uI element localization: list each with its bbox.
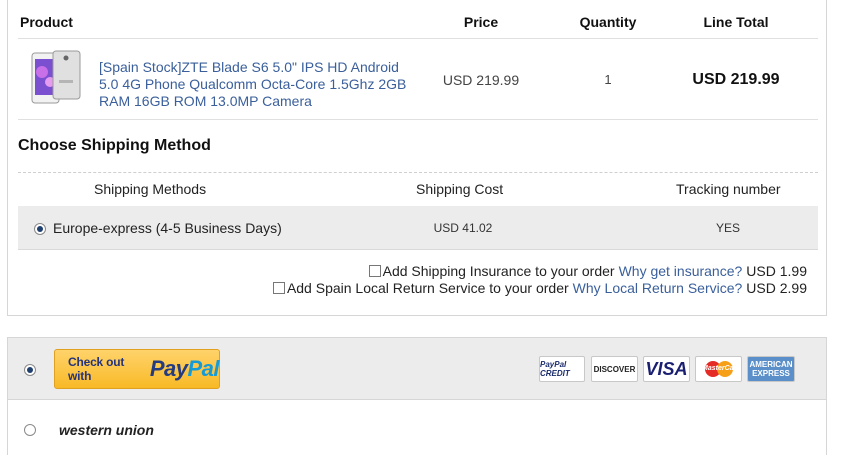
header-divider (18, 38, 818, 39)
paypal-radio[interactable] (24, 364, 36, 376)
discover-card-icon: DISCOVER (591, 356, 638, 382)
product-price: USD 219.99 (442, 72, 520, 88)
return-service-info-link[interactable]: Why Local Return Service? (573, 280, 743, 296)
col-tracking-number: Tracking number (676, 181, 781, 197)
header-quantity: Quantity (579, 14, 637, 30)
phone-thumbnail-icon[interactable] (28, 50, 84, 108)
header-product: Product (20, 14, 73, 30)
insurance-price: USD 1.99 (746, 263, 807, 279)
header-line-total: Line Total (703, 14, 769, 30)
paypal-logo-icon: PayPal (149, 356, 220, 381)
shipping-method-tracking: YES (715, 221, 740, 235)
shipping-title: Choose Shipping Method (18, 137, 211, 154)
insurance-checkbox[interactable] (368, 265, 381, 277)
header-price: Price (463, 14, 499, 30)
return-service-option: Add Spain Local Return Service to your o… (272, 280, 807, 296)
order-summary: Product Price Quantity Line Total [Spain… (7, 0, 827, 316)
insurance-info-link[interactable]: Why get insurance? (619, 263, 743, 279)
western-union-label[interactable]: western union (59, 422, 154, 438)
shipping-method-radio[interactable] (34, 223, 46, 235)
line-total: USD 219.99 (692, 71, 780, 88)
paypal-credit-card-icon: PayPal CREDIT (539, 356, 585, 382)
col-shipping-methods: Shipping Methods (94, 181, 207, 197)
return-service-label: Add Spain Local Return Service to your o… (286, 280, 569, 296)
shipping-method-row[interactable]: Europe-express (4-5 Business Days) USD 4… (18, 206, 818, 250)
shipping-method-name: Europe-express (4-5 Business Days) (53, 220, 282, 236)
shipping-dashed-divider (18, 172, 818, 173)
paypal-checkout-button[interactable]: Check out with PayPal (54, 349, 220, 389)
shipping-method-cost: USD 41.02 (433, 221, 493, 235)
product-title-link[interactable]: [Spain Stock]ZTE Blade S6 5.0" IPS HD An… (99, 59, 409, 110)
paypal-row[interactable]: Check out with PayPal PayPal CREDIT DISC… (8, 338, 826, 400)
amex-card-icon: AMERICAN EXPRESS (747, 356, 795, 382)
western-union-radio[interactable] (24, 424, 36, 436)
product-quantity: 1 (604, 72, 612, 87)
mastercard-icon: MasterCard (695, 356, 742, 382)
paypal-button-text: Check out with (68, 355, 125, 383)
payment-methods: Check out with PayPal PayPal CREDIT DISC… (7, 337, 827, 455)
return-service-price: USD 2.99 (746, 280, 807, 296)
col-shipping-cost: Shipping Cost (416, 181, 504, 197)
visa-card-icon: VISA (643, 356, 690, 382)
product-divider (18, 119, 818, 120)
insurance-label: Add Shipping Insurance to your order (382, 263, 615, 279)
return-service-checkbox[interactable] (272, 282, 285, 294)
insurance-option: Add Shipping Insurance to your order Why… (368, 263, 807, 279)
